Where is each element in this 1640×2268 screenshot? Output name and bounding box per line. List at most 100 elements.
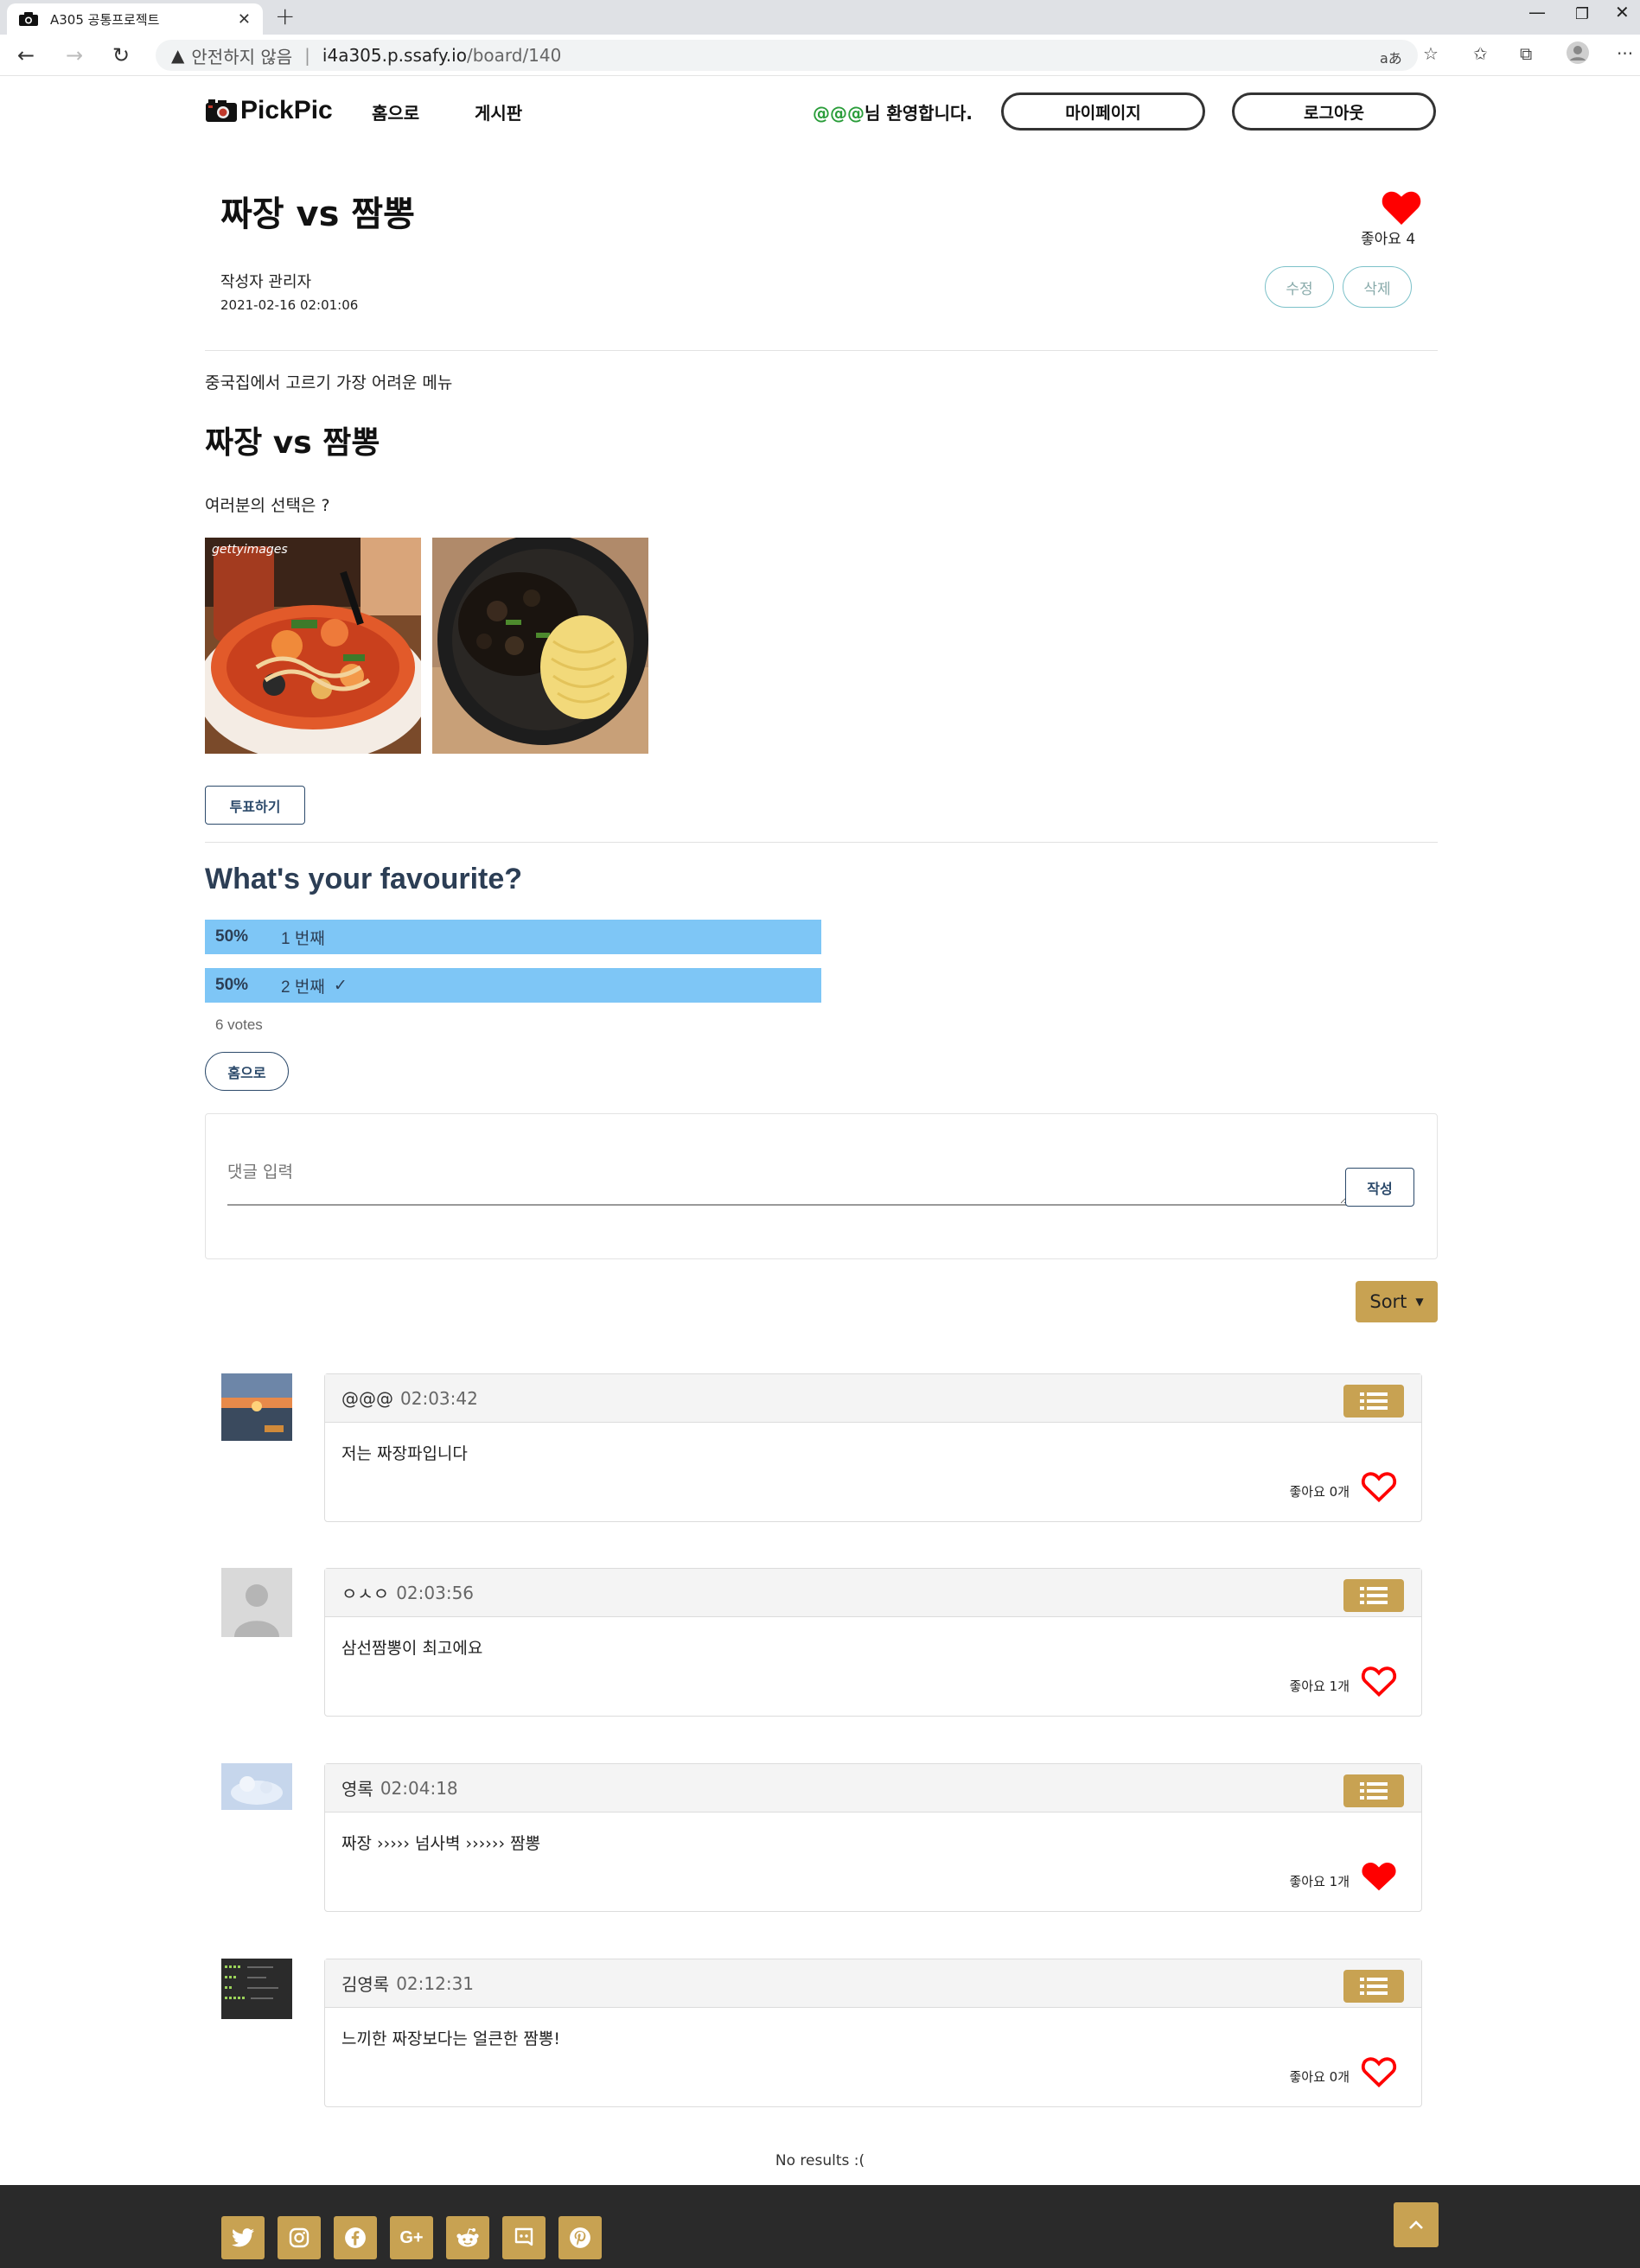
list-menu-icon — [1360, 1782, 1388, 1800]
read-aloud-icon[interactable]: aあ — [1380, 47, 1402, 67]
comment-avatar — [221, 1959, 292, 2019]
list-menu-icon — [1360, 1978, 1388, 1995]
vote-button[interactable]: 투표하기 — [205, 786, 305, 825]
post-date: 2021-02-16 02:01:06 — [220, 297, 359, 313]
jjajangmyeon-image — [432, 538, 648, 754]
comment-like-count: 좋아요 0개 — [1289, 2069, 1350, 2085]
browser-tab[interactable]: A305 공통프로젝트 ✕ — [7, 3, 263, 35]
comment-menu-button[interactable] — [1343, 1970, 1404, 2003]
image-watermark: gettyimages — [212, 543, 288, 557]
sort-label: Sort — [1369, 1291, 1407, 1312]
nav-board-link[interactable]: 게시판 — [475, 99, 522, 124]
reddit-icon[interactable] — [446, 2216, 489, 2259]
comment-card: @@@ 02:03:42 저는 짜장파입니다 좋아요 0개 — [324, 1373, 1422, 1522]
new-tab-button[interactable]: + — [275, 2, 295, 30]
facebook-icon[interactable] — [334, 2216, 377, 2259]
poll-option-check-icon: ✓ — [333, 976, 348, 995]
minimize-icon[interactable]: — — [1528, 2, 1546, 22]
window-close-icon[interactable]: ✕ — [1615, 2, 1630, 22]
scroll-to-top-button[interactable] — [1394, 2202, 1439, 2247]
comment-submit-button[interactable]: 작성 — [1345, 1168, 1414, 1207]
comment-menu-button[interactable] — [1343, 1385, 1404, 1418]
address-bar-row: ← → ↻ ▲ 안전하지 않음 | i4a305.p.ssafy.io /boa… — [0, 35, 1640, 76]
url-path: /board/140 — [466, 45, 562, 66]
poll-option-percent: 50% — [215, 976, 249, 994]
home-button[interactable]: 홈으로 — [205, 1052, 289, 1091]
site-logo[interactable]: PickPic — [206, 96, 333, 125]
comment-avatar — [221, 1373, 292, 1441]
post-question-text: 여러분의 선택은 ? — [205, 496, 330, 515]
url-field[interactable]: ▲ 안전하지 않음 | i4a305.p.ssafy.io /board/140 — [156, 40, 1418, 71]
twitter-icon[interactable] — [221, 2216, 265, 2259]
comment-time: 02:12:31 — [396, 1972, 475, 1994]
mypage-button[interactable]: 마이페이지 — [1001, 92, 1205, 131]
comment-author: 김영록 — [341, 1974, 390, 1995]
edit-post-button[interactable]: 수정 — [1265, 266, 1334, 308]
tab-title: A305 공통프로젝트 — [50, 11, 160, 28]
back-icon[interactable]: ← — [17, 43, 35, 67]
caret-down-icon: ▼ — [1415, 1296, 1424, 1308]
comment-menu-button[interactable] — [1343, 1774, 1404, 1807]
tab-close-icon[interactable]: ✕ — [238, 10, 251, 29]
post-author: 작성자 관리자 — [220, 273, 312, 291]
site-footer: G+ — [0, 2185, 1640, 2268]
favorite-star-icon[interactable]: ☆ — [1423, 43, 1439, 64]
comment-header: @@@ 02:03:42 — [325, 1374, 1421, 1423]
poll-option-label: 2 번째 — [281, 978, 325, 997]
logout-button[interactable]: 로그아웃 — [1232, 92, 1436, 131]
forward-icon[interactable]: → — [66, 43, 83, 67]
restore-icon[interactable]: ❐ — [1575, 5, 1589, 23]
post-body-heading: 짜장 vs 짬뽕 — [205, 425, 380, 461]
instagram-icon[interactable] — [278, 2216, 321, 2259]
comment-card: ㅇㅅㅇ 02:03:56 삼선짬뽕이 최고에요 좋아요 1개 — [324, 1568, 1422, 1717]
poll-vote-count: 6 votes — [215, 1016, 263, 1033]
profile-icon[interactable] — [1567, 41, 1589, 68]
delete-post-button[interactable]: 삭제 — [1343, 266, 1412, 308]
heart-outline-icon[interactable] — [1361, 2056, 1397, 2087]
poll-option-2[interactable]: 50% 2 번째 ✓ — [205, 968, 821, 1003]
welcome-message: @@@님 환영합니다. — [813, 99, 973, 124]
no-results-message: No results :( — [775, 2152, 865, 2169]
comment-text: 짜장 ››››› 넘사벽 ›››››› 짬뽕 — [341, 1834, 541, 1853]
comment-like-count: 좋아요 0개 — [1289, 1484, 1350, 1500]
comment-time: 02:04:18 — [380, 1777, 458, 1799]
post-like-heart-icon[interactable] — [1382, 190, 1421, 225]
nav-home-link[interactable]: 홈으로 — [372, 99, 419, 124]
heart-outline-icon[interactable] — [1361, 1471, 1397, 1502]
comment-card: 김영록 02:12:31 느끼한 짜장보다는 얼큰한 짬뽕! 좋아요 0개 — [324, 1959, 1422, 2107]
logo-camera-icon — [206, 99, 237, 122]
site-header: PickPic 홈으로 게시판 @@@님 환영합니다. 마이페이지 로그아웃 — [0, 77, 1640, 146]
poll-option-1[interactable]: 50% 1 번째 — [205, 920, 821, 954]
heart-outline-icon[interactable] — [1361, 1666, 1397, 1697]
welcome-nickname: @@@ — [813, 103, 865, 124]
comment-input[interactable] — [227, 1149, 1348, 1206]
comment-header: ㅇㅅㅇ 02:03:56 — [325, 1569, 1421, 1617]
more-menu-icon[interactable]: ··· — [1617, 43, 1633, 64]
favorites-list-icon[interactable]: ✩ — [1473, 43, 1488, 64]
logo-text: PickPic — [240, 96, 333, 124]
comment-time: 02:03:42 — [400, 1387, 478, 1409]
poll-title: What's your favourite? — [205, 863, 523, 895]
comment-text: 삼선짬뽕이 최고에요 — [341, 1639, 483, 1658]
comment-like-count: 좋아요 1개 — [1289, 1874, 1350, 1889]
poll-option-label: 1 번째 — [281, 929, 325, 948]
heart-filled-icon[interactable] — [1361, 1861, 1397, 1892]
poll-option-percent: 50% — [215, 927, 249, 946]
sort-dropdown-button[interactable]: Sort ▼ — [1356, 1281, 1438, 1322]
chevron-up-icon — [1409, 2220, 1423, 2229]
comment-form: 작성 — [205, 1113, 1438, 1259]
list-menu-icon — [1360, 1587, 1388, 1604]
default-user-icon — [221, 1568, 292, 1637]
post-header-divider — [205, 350, 1438, 351]
google-plus-icon[interactable]: G+ — [390, 2216, 433, 2259]
post-like-count: 좋아요 4 — [1361, 231, 1416, 248]
url-host: i4a305.p.ssafy.io — [322, 45, 467, 66]
collections-icon[interactable]: ⧉ — [1520, 43, 1532, 64]
reload-icon[interactable]: ↻ — [112, 43, 130, 67]
comment-header: 김영록 02:12:31 — [325, 1959, 1421, 2008]
pinterest-icon[interactable] — [558, 2216, 602, 2259]
url-separator: | — [304, 45, 310, 66]
comment-menu-button[interactable] — [1343, 1579, 1404, 1612]
comment-text: 느끼한 짜장보다는 얼큰한 짬뽕! — [341, 2029, 560, 2048]
discord-icon[interactable] — [502, 2216, 546, 2259]
